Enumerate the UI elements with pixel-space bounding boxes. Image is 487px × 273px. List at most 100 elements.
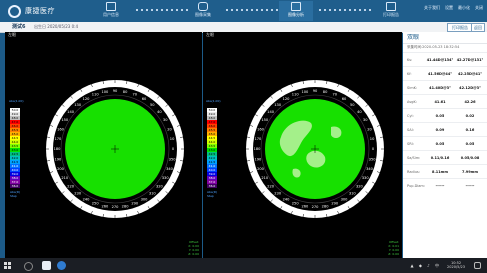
- dial-label: 160: [57, 127, 65, 131]
- offset-info: Offset: X: 0.01 Y: 0.00 Z: 0.00: [388, 240, 399, 256]
- dial-label: 50: [150, 103, 155, 107]
- table-row: Pup.Diam: ------ ------: [403, 178, 487, 192]
- row-value-left: 41.44D@134°: [426, 58, 454, 62]
- dial-label: 290: [331, 202, 339, 206]
- row-label: SAI:: [407, 128, 414, 132]
- dial-label: 300: [341, 197, 349, 201]
- dial-label: 70: [133, 93, 138, 97]
- nav-image-analysis[interactable]: 图像分析: [279, 1, 313, 21]
- dial-label: 100: [101, 90, 109, 94]
- back-button[interactable]: 返回: [471, 23, 485, 32]
- dial-label: 70: [333, 93, 338, 97]
- nav-divider: [226, 9, 278, 11]
- dial-label: 10: [370, 137, 375, 141]
- print-icon: [386, 2, 396, 11]
- table-row: Kf: 41.56D@44° 42.25D@41°: [403, 66, 487, 80]
- dial-label: 200: [257, 167, 265, 171]
- row-value-right: 0.02: [465, 114, 475, 118]
- nav-image-capture[interactable]: 图像采集: [186, 1, 220, 21]
- dial-label: 80: [323, 90, 328, 94]
- row-value-left: 8.11mm: [432, 170, 448, 174]
- dial-label: 100: [301, 90, 309, 94]
- row-value-right: 42.12D@3°: [459, 86, 481, 90]
- dial-label: 120: [83, 97, 91, 101]
- about-link[interactable]: 关于我们: [424, 5, 440, 11]
- window-controls: 关于我们 设置 最小化 关闭: [424, 5, 483, 11]
- measurement-panel: 双眼 采集时间:2020-05-23 18:32:54 Ks: 41.44D@13…: [403, 32, 487, 258]
- dial-label: 60: [142, 97, 147, 101]
- dial-label: 210: [261, 176, 269, 180]
- table-row: AvgK: 41.61 42.26: [403, 94, 487, 108]
- camera-icon: [198, 2, 208, 11]
- row-value-left: 0.05: [435, 114, 445, 118]
- dial-label: 140: [267, 110, 275, 114]
- app-taskbar-icon[interactable]: [42, 261, 51, 270]
- row-value-right: 42.25D@41°: [457, 72, 483, 76]
- dial-label: 120: [283, 97, 291, 101]
- dial-label: 300: [141, 197, 149, 201]
- dial-label: 340: [366, 167, 374, 171]
- row-value-left: ------: [435, 184, 445, 188]
- dial-label: 230: [274, 192, 282, 196]
- user-info-icon: [106, 2, 116, 11]
- offset-line: Z: 0.00: [188, 252, 199, 256]
- windows-start-icon[interactable]: [4, 262, 11, 269]
- nav-print-report[interactable]: 打印报告: [374, 1, 408, 21]
- dial-label: 270: [312, 205, 320, 209]
- row-value-right: 42.26: [464, 100, 476, 104]
- dial-label: 250: [92, 202, 100, 206]
- dial-label: 350: [169, 157, 177, 161]
- table-row: Ks: 41.44D@134° 42.27D@131°: [403, 52, 487, 66]
- table-row: SAI: 0.09 0.16: [403, 122, 487, 136]
- topography-map-right[interactable]: 左眼 Abs(1.00) 50.0 49.0 48.0 47.0 46.0 45.5 45.…: [203, 32, 402, 258]
- logo-text: 康捷医疗: [25, 7, 55, 15]
- nav-divider: [136, 9, 188, 11]
- dial-label: 290: [131, 202, 139, 206]
- row-value-left: 41.40D@3°: [429, 86, 451, 90]
- dial-label: 40: [157, 110, 162, 114]
- capture-time: 采集时间:2020-05-23 18:32:54: [407, 45, 460, 49]
- row-value-right: 0.16: [465, 128, 475, 132]
- settings-link[interactable]: 设置: [445, 5, 453, 11]
- browser-taskbar-icon[interactable]: [57, 261, 66, 270]
- dial-label: 240: [83, 197, 91, 201]
- dial-label: 330: [362, 176, 370, 180]
- minimize-button[interactable]: 最小化: [458, 5, 470, 11]
- offset-line: Z: 0.00: [388, 252, 399, 256]
- legend-footer: Abs(D) Step: [10, 190, 20, 198]
- system-tray[interactable]: ▲ ◆ ♪ 中: [410, 263, 441, 269]
- nav-user-info[interactable]: 用户信息: [94, 1, 128, 21]
- row-value-left: 0.11/0.16: [430, 156, 450, 160]
- notification-icon[interactable]: [474, 262, 481, 269]
- topography-map-left[interactable]: 左眼 Abs(1.00) 50.0 49.0 48.0 47.0 46.0 45.5 45.…: [5, 32, 202, 258]
- dial-label: 320: [356, 185, 364, 189]
- dial-label: 340: [166, 167, 174, 171]
- dial-label: 260: [101, 204, 109, 208]
- dial-label: 130: [274, 103, 282, 107]
- row-value-left: 41.61: [434, 100, 446, 104]
- clock[interactable]: 10:52 2020/5/23: [447, 261, 465, 269]
- print-report-button[interactable]: 打印报告: [447, 23, 473, 32]
- patient-name: 测试6: [12, 24, 26, 30]
- dial-label: 320: [156, 185, 164, 189]
- dial-label: 220: [67, 185, 75, 189]
- legend-footer: Abs(D) Step: [207, 190, 217, 198]
- dial-label: 260: [301, 204, 309, 208]
- dial-label: 30: [363, 118, 368, 122]
- row-value-right: ------: [465, 184, 475, 188]
- corneal-map-dial: 0102030405060708090100110120130140150160…: [46, 80, 184, 218]
- row-label: Sa/Sim:: [407, 156, 421, 160]
- close-button[interactable]: 关闭: [475, 5, 483, 11]
- row-label: Cyl:: [407, 114, 414, 118]
- nav-label: 图像分析: [288, 12, 304, 17]
- dial-label: 230: [74, 192, 82, 196]
- search-icon[interactable]: [24, 262, 33, 271]
- nav-label: 用户信息: [103, 12, 119, 17]
- row-value-left: 0.05: [435, 142, 445, 146]
- logo-icon: [8, 4, 21, 18]
- dial-label: 160: [257, 127, 265, 131]
- dial-label: 180: [54, 147, 62, 151]
- row-value-right: 0.05/0.08: [460, 156, 480, 160]
- dial-label: 280: [322, 204, 330, 208]
- row-value-left: 0.09: [435, 128, 445, 132]
